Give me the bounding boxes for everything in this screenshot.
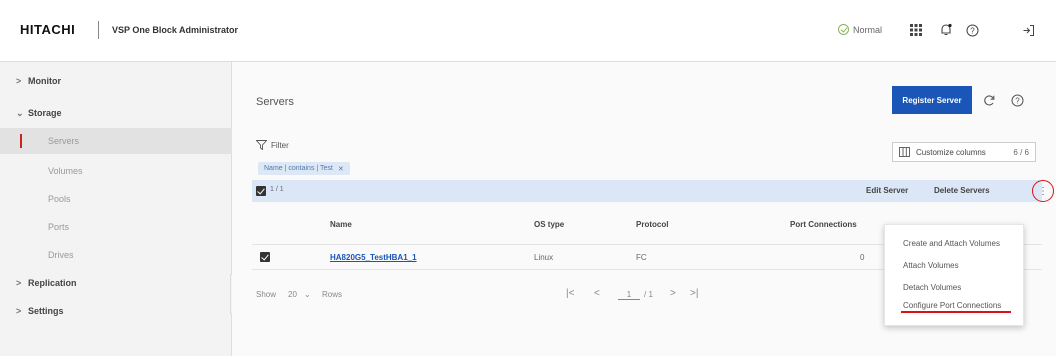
port-connections-cell: 0 xyxy=(860,252,865,262)
column-header-name[interactable]: Name xyxy=(330,208,352,240)
sidebar-item-label: Servers xyxy=(48,136,80,146)
sidebar-item-label: Monitor xyxy=(28,76,61,86)
column-header-protocol[interactable]: Protocol xyxy=(636,208,668,240)
filter-chip-label: Name | contains | Test xyxy=(264,165,333,172)
highlight-underline xyxy=(901,311,1011,313)
kebab-menu-icon: ⋮ xyxy=(1038,185,1048,197)
status-label: Normal xyxy=(853,24,883,35)
show-label: Show xyxy=(256,290,277,299)
sidebar-item-label: Drives xyxy=(48,250,74,260)
status-ok-icon xyxy=(838,24,849,35)
page-title: Servers xyxy=(256,96,294,108)
register-server-button[interactable]: Register Server xyxy=(892,86,972,114)
column-header-os-type[interactable]: OS type xyxy=(534,208,564,240)
brand-divider xyxy=(98,21,99,39)
customize-columns-label: Customize columns xyxy=(916,147,986,157)
columns-count: 6 / 6 xyxy=(1013,147,1029,157)
filter-label: Filter xyxy=(271,140,289,150)
sidebar-item-settings[interactable]: > Settings xyxy=(0,298,232,324)
next-page-icon[interactable]: > xyxy=(670,288,676,299)
app-window: HITACHI VSP One Block Administrator Norm… xyxy=(0,0,1056,356)
header: HITACHI VSP One Block Administrator Norm… xyxy=(0,0,1056,62)
sidebar-item-label: Settings xyxy=(28,306,64,316)
last-page-icon[interactable]: >| xyxy=(690,288,698,299)
columns-icon xyxy=(899,147,910,157)
menu-item-create-attach-volumes[interactable]: Create and Attach Volumes xyxy=(903,239,1000,248)
menu-item-attach-volumes[interactable]: Attach Volumes xyxy=(903,261,959,270)
selection-bar: 1 / 1 Edit Server Delete Servers ⋮ xyxy=(252,180,1054,202)
sidebar: > Monitor ⌄ Storage Servers Volumes Pool… xyxy=(0,62,232,356)
sidebar-item-monitor[interactable]: > Monitor xyxy=(0,68,232,94)
total-pages: / 1 xyxy=(644,290,653,299)
menu-item-detach-volumes[interactable]: Detach Volumes xyxy=(903,283,961,292)
row-checkbox[interactable] xyxy=(260,252,270,262)
page-number-input[interactable]: 1 xyxy=(618,290,640,300)
edit-server-button[interactable]: Edit Server xyxy=(866,186,908,195)
filter-toggle[interactable]: Filter xyxy=(256,140,289,150)
chevron-down-icon: ⌄ xyxy=(16,107,24,118)
selection-count: 1 / 1 xyxy=(270,186,284,193)
protocol-cell: FC xyxy=(636,252,647,262)
filter-icon xyxy=(256,140,267,150)
help-icon[interactable]: ? xyxy=(1008,91,1026,109)
page-size-select[interactable]: 20 xyxy=(288,290,297,299)
column-header-port-connections[interactable]: Port Connections xyxy=(790,208,857,240)
notification-bell-icon[interactable] xyxy=(936,20,956,40)
os-type-cell: Linux xyxy=(534,252,554,262)
sidebar-item-label: Storage xyxy=(28,108,62,118)
sidebar-item-ports[interactable]: Ports xyxy=(0,214,232,240)
server-name-link[interactable]: HA820G5_TestHBA1_1 xyxy=(330,253,417,262)
sidebar-item-label: Volumes xyxy=(48,166,83,176)
menu-item-configure-port-connections[interactable]: Configure Port Connections xyxy=(903,301,1001,310)
close-icon[interactable]: ✕ xyxy=(338,165,344,173)
select-all-checkbox[interactable] xyxy=(256,186,266,196)
chevron-right-icon: > xyxy=(16,306,22,316)
sidebar-item-label: Replication xyxy=(28,278,77,288)
sidebar-item-label: Ports xyxy=(48,222,70,232)
more-actions-menu: Create and Attach Volumes Attach Volumes… xyxy=(884,224,1024,326)
svg-text:?: ? xyxy=(1015,96,1020,105)
logout-icon[interactable] xyxy=(1018,20,1038,40)
prev-page-icon[interactable]: < xyxy=(594,288,600,299)
sidebar-item-drives[interactable]: Drives xyxy=(0,242,232,268)
sidebar-item-label: Pools xyxy=(48,194,71,204)
refresh-icon[interactable] xyxy=(980,91,998,109)
first-page-icon[interactable]: |< xyxy=(566,288,574,299)
customize-columns-button[interactable]: Customize columns 6 / 6 xyxy=(892,142,1036,162)
sidebar-item-pools[interactable]: Pools xyxy=(0,186,232,212)
rows-label: Rows xyxy=(322,290,343,299)
more-actions-button[interactable]: ⋮ xyxy=(1032,180,1054,202)
apps-grid-icon[interactable] xyxy=(906,20,926,40)
app-title: VSP One Block Administrator xyxy=(112,25,239,35)
brand-logo: HITACHI xyxy=(20,22,76,37)
sidebar-item-servers[interactable]: Servers xyxy=(0,128,232,154)
help-icon[interactable]: ? xyxy=(962,20,982,40)
chevron-right-icon: > xyxy=(16,278,22,288)
delete-servers-button[interactable]: Delete Servers xyxy=(934,186,990,195)
sidebar-item-volumes[interactable]: Volumes xyxy=(0,158,232,184)
filter-chip[interactable]: Name | contains | Test ✕ xyxy=(258,162,350,175)
chevron-right-icon: > xyxy=(16,76,22,86)
system-status[interactable]: Normal xyxy=(838,24,882,35)
svg-text:?: ? xyxy=(970,26,975,35)
chevron-down-icon[interactable]: ⌄ xyxy=(304,290,311,299)
sidebar-item-storage[interactable]: ⌄ Storage xyxy=(0,100,232,126)
sidebar-item-replication[interactable]: > Replication xyxy=(0,270,232,296)
